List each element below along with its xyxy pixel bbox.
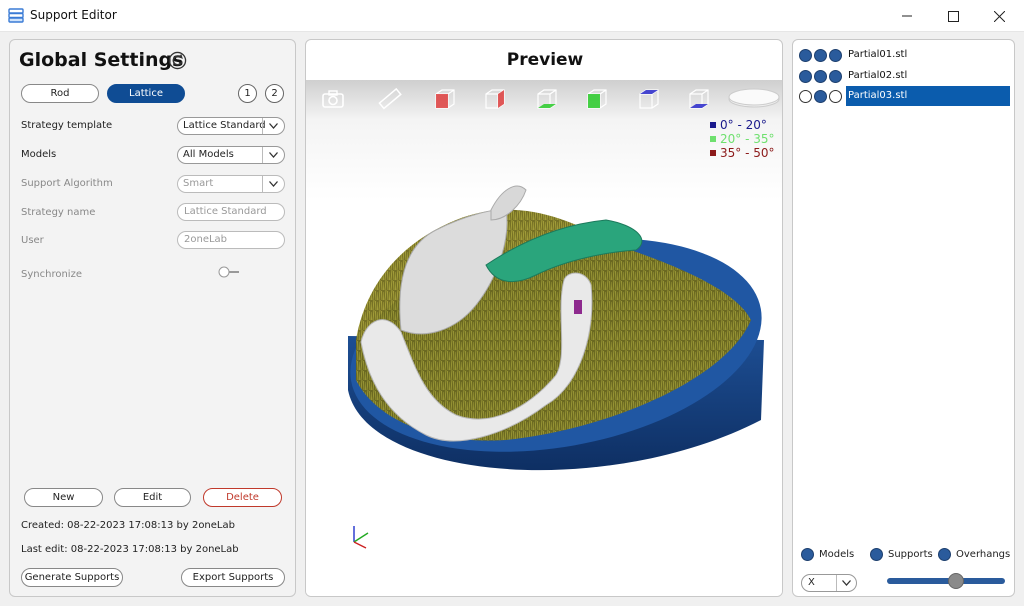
support-algorithm-select[interactable]: Smart bbox=[177, 175, 285, 193]
synchronize-label: Synchronize bbox=[21, 269, 82, 280]
lattice-mode-button[interactable]: Lattice bbox=[107, 84, 185, 103]
chevron-down-icon bbox=[262, 147, 284, 163]
new-button[interactable]: New bbox=[24, 488, 103, 507]
supports-visibility-dot[interactable] bbox=[814, 69, 827, 83]
axis-select[interactable]: X bbox=[801, 574, 857, 592]
support-algorithm-value: Smart bbox=[183, 178, 214, 189]
file-name[interactable]: Partial03.stl bbox=[846, 86, 1010, 106]
synchronize-toggle[interactable] bbox=[218, 266, 240, 278]
preview-title: Preview bbox=[506, 50, 584, 70]
maximize-icon bbox=[947, 10, 959, 22]
strategy-template-select[interactable]: Lattice Standard bbox=[177, 117, 285, 135]
close-icon bbox=[993, 10, 1005, 22]
user-input[interactable]: 2oneLab bbox=[177, 231, 285, 249]
global-settings-title: Global Settings bbox=[19, 49, 184, 71]
overhangs-visibility-dot[interactable] bbox=[829, 69, 842, 83]
file-row-partial01[interactable]: Partial01.stl bbox=[799, 45, 909, 65]
model-visibility-dot[interactable] bbox=[799, 69, 812, 83]
chevron-down-icon bbox=[836, 575, 856, 591]
app-icon bbox=[8, 8, 24, 23]
rod-mode-button[interactable]: Rod bbox=[21, 84, 99, 103]
maximize-button[interactable] bbox=[930, 0, 976, 32]
title-bar: Support Editor bbox=[0, 0, 1024, 32]
edit-button[interactable]: Edit bbox=[114, 488, 191, 507]
minimize-icon bbox=[902, 15, 912, 17]
file-row-partial02[interactable]: Partial02.stl bbox=[799, 66, 909, 86]
refresh-icon[interactable] bbox=[168, 51, 187, 70]
file-name[interactable]: Partial01.stl bbox=[846, 45, 909, 65]
overhangs-toggle[interactable]: Overhangs bbox=[938, 548, 1010, 561]
overhangs-visibility-dot[interactable] bbox=[829, 48, 842, 62]
supports-toggle-label: Supports bbox=[888, 549, 933, 560]
chevron-down-icon bbox=[262, 118, 284, 134]
global-settings-panel: Global Settings Rod Lattice 1 2 Strategy… bbox=[9, 39, 296, 597]
model-list-panel: Partial01.stl Partial02.stl Partial03.st… bbox=[792, 39, 1015, 597]
axis-triad bbox=[353, 526, 369, 549]
delete-button[interactable]: Delete bbox=[203, 488, 282, 507]
file-name[interactable]: Partial02.stl bbox=[846, 66, 909, 86]
user-label: User bbox=[21, 235, 44, 246]
models-toggle-dot bbox=[801, 548, 814, 561]
model-visibility-dot[interactable] bbox=[799, 89, 812, 103]
supports-toggle-dot bbox=[870, 548, 883, 561]
slider-thumb[interactable] bbox=[948, 573, 964, 589]
close-button[interactable] bbox=[976, 0, 1022, 32]
model-visibility-dot[interactable] bbox=[799, 48, 812, 62]
overhangs-toggle-dot bbox=[938, 548, 951, 561]
scene bbox=[348, 185, 764, 549]
overhangs-visibility-dot[interactable] bbox=[829, 89, 842, 103]
created-info: Created: 08-22-2023 17:08:13 by 2oneLab bbox=[21, 520, 235, 531]
overhang-marker bbox=[574, 300, 582, 314]
models-value: All Models bbox=[183, 149, 234, 160]
export-supports-button[interactable]: Export Supports bbox=[181, 568, 285, 587]
3d-viewport[interactable]: 0° - 20° 20° - 35° 35° - 50° bbox=[306, 80, 782, 596]
strategy-name-input[interactable]: Lattice Standard bbox=[177, 203, 285, 221]
last-edit-info: Last edit: 08-22-2023 17:08:13 by 2oneLa… bbox=[21, 544, 239, 555]
supports-visibility-dot[interactable] bbox=[814, 89, 827, 103]
minimize-button[interactable] bbox=[884, 0, 930, 32]
axis-value: X bbox=[808, 577, 815, 588]
preview-panel: Preview 0° - 20° 20° - 35° 35° - 50° bbox=[305, 39, 783, 597]
models-label: Models bbox=[21, 149, 57, 160]
overhangs-toggle-label: Overhangs bbox=[956, 549, 1011, 560]
supports-visibility-dot[interactable] bbox=[814, 48, 827, 62]
strategy-name-label: Strategy name bbox=[21, 207, 96, 218]
models-select[interactable]: All Models bbox=[177, 146, 285, 164]
models-toggle-label: Models bbox=[819, 549, 855, 560]
page-1-button[interactable]: 1 bbox=[238, 84, 257, 103]
supports-toggle[interactable]: Supports bbox=[870, 548, 933, 561]
page-2-button[interactable]: 2 bbox=[265, 84, 284, 103]
file-row-partial03[interactable]: Partial03.stl bbox=[799, 86, 1010, 106]
chevron-down-icon bbox=[262, 176, 284, 192]
strategy-template-value: Lattice Standard bbox=[183, 120, 266, 131]
models-toggle[interactable]: Models bbox=[801, 548, 854, 561]
generate-supports-button[interactable]: Generate Supports bbox=[21, 568, 123, 587]
support-algorithm-label: Support Algorithm bbox=[21, 178, 113, 189]
strategy-template-label: Strategy template bbox=[21, 120, 113, 131]
cut-plane-slider[interactable] bbox=[887, 573, 1005, 589]
window-title: Support Editor bbox=[30, 8, 117, 22]
